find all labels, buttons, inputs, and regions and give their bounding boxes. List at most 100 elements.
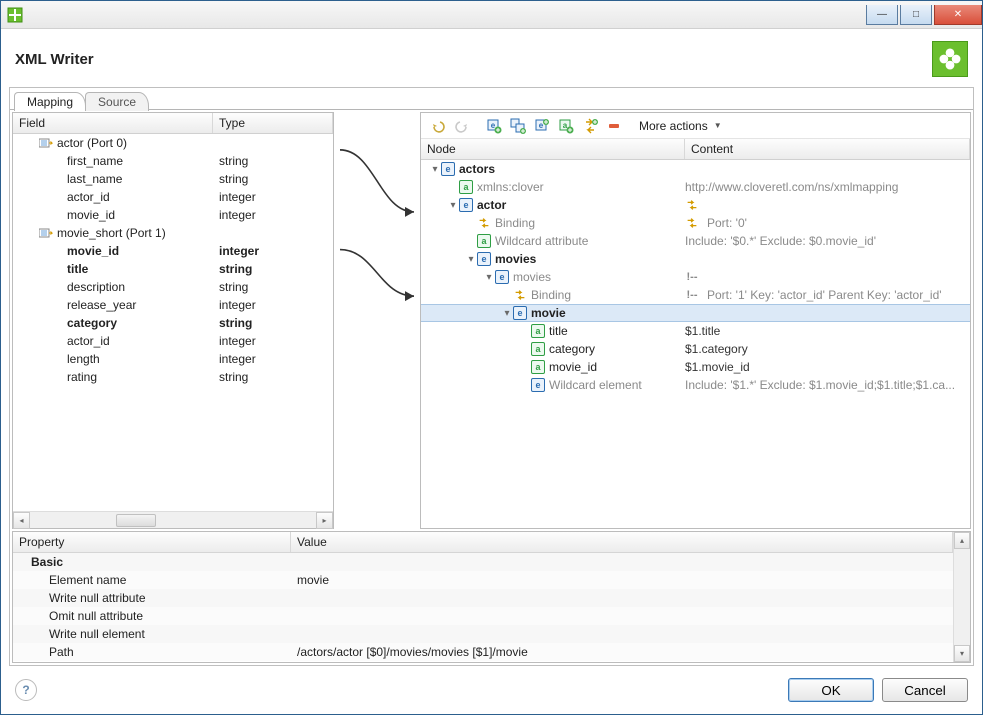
field-row[interactable]: actor_idinteger bbox=[13, 332, 333, 350]
node-row[interactable]: ▾eactor bbox=[421, 196, 970, 214]
field-row[interactable]: titlestring bbox=[13, 260, 333, 278]
tab-mapping[interactable]: Mapping bbox=[14, 92, 86, 111]
property-row[interactable]: Write null element bbox=[13, 625, 953, 643]
add-binding-button[interactable] bbox=[579, 115, 601, 137]
property-value[interactable]: /actors/actor [$0]/movies/movies [$1]/mo… bbox=[291, 645, 953, 659]
node-label: Wildcard element bbox=[549, 378, 642, 392]
scroll-right-button[interactable]: ▸ bbox=[316, 512, 333, 529]
property-value[interactable]: movie bbox=[291, 573, 953, 587]
node-row[interactable]: atitle$1.title bbox=[421, 322, 970, 340]
tree-twisty[interactable]: ▾ bbox=[483, 272, 495, 283]
more-actions-dropdown[interactable]: More actions ▼ bbox=[633, 117, 728, 135]
cancel-button[interactable]: Cancel bbox=[882, 678, 968, 702]
nodes-header-node[interactable]: Node bbox=[421, 139, 685, 159]
port-icon bbox=[39, 137, 53, 149]
remove-button[interactable] bbox=[603, 115, 625, 137]
field-row[interactable]: movie_idinteger bbox=[13, 206, 333, 224]
field-row[interactable]: ratingstring bbox=[13, 368, 333, 386]
node-row[interactable]: Binding!--Port: '1' Key: 'actor_id' Pare… bbox=[421, 286, 970, 304]
node-row[interactable]: amovie_id$1.movie_id bbox=[421, 358, 970, 376]
field-type: integer bbox=[219, 244, 259, 258]
titlebar[interactable]: — □ ✕ bbox=[1, 1, 982, 29]
node-row[interactable]: axmlns:cloverhttp://www.cloveretl.com/ns… bbox=[421, 178, 970, 196]
node-row[interactable]: ▾emovie bbox=[421, 304, 970, 322]
add-element-button[interactable]: e bbox=[483, 115, 505, 137]
field-row[interactable]: descriptionstring bbox=[13, 278, 333, 296]
tab-strip: Mapping Source bbox=[10, 88, 973, 110]
property-group[interactable]: Basic bbox=[13, 553, 953, 571]
field-row[interactable]: last_namestring bbox=[13, 170, 333, 188]
tab-source[interactable]: Source bbox=[85, 92, 149, 111]
ok-button[interactable]: OK bbox=[788, 678, 874, 702]
tree-twisty[interactable]: ▾ bbox=[447, 200, 459, 211]
property-name: Element name bbox=[13, 573, 291, 587]
fields-tree[interactable]: actor (Port 0)first_namestringlast_names… bbox=[13, 134, 333, 511]
undo-button[interactable] bbox=[427, 115, 449, 137]
nodes-tree[interactable]: ▾eactorsaxmlns:cloverhttp://www.cloveret… bbox=[421, 160, 970, 528]
node-row[interactable]: ▾emovies bbox=[421, 250, 970, 268]
field-type: string bbox=[219, 280, 248, 294]
node-label: title bbox=[549, 324, 568, 338]
properties-rows[interactable]: BasicElement namemovieWrite null attribu… bbox=[13, 553, 953, 662]
properties-header: Property Value bbox=[13, 532, 953, 553]
scroll-thumb[interactable] bbox=[116, 514, 156, 527]
binding-icon bbox=[477, 216, 491, 230]
add-child-element-button[interactable] bbox=[507, 115, 529, 137]
chevron-down-icon: ▼ bbox=[714, 121, 722, 130]
attribute-icon: a bbox=[531, 360, 545, 374]
port-row[interactable]: actor (Port 0) bbox=[13, 134, 333, 152]
property-row[interactable]: Omit null attribute bbox=[13, 607, 953, 625]
nodes-panel: e e a More actions ▼ Node Content bbox=[420, 112, 971, 529]
field-row[interactable]: first_namestring bbox=[13, 152, 333, 170]
scroll-up-button[interactable]: ▴ bbox=[954, 532, 970, 549]
field-row[interactable]: actor_idinteger bbox=[13, 188, 333, 206]
dialog-header: XML Writer bbox=[1, 29, 982, 87]
fields-header-field[interactable]: Field bbox=[13, 113, 213, 133]
node-label: movies bbox=[513, 270, 551, 284]
property-row[interactable]: Path/actors/actor [$0]/movies/movies [$1… bbox=[13, 643, 953, 661]
property-name: Path bbox=[13, 645, 291, 659]
node-label: Binding bbox=[531, 288, 571, 302]
field-type: string bbox=[219, 154, 248, 168]
h-scrollbar[interactable]: ◂ ▸ bbox=[13, 511, 333, 528]
property-row[interactable]: Element namemovie bbox=[13, 571, 953, 589]
field-type: string bbox=[219, 172, 248, 186]
field-type: integer bbox=[219, 334, 256, 348]
node-row[interactable]: aWildcard attributeInclude: '$0.*' Exclu… bbox=[421, 232, 970, 250]
field-row[interactable]: categorystring bbox=[13, 314, 333, 332]
property-row[interactable]: Write null attribute bbox=[13, 589, 953, 607]
property-name: Write null element bbox=[13, 627, 291, 641]
node-row[interactable]: eWildcard elementInclude: '$1.*' Exclude… bbox=[421, 376, 970, 394]
tree-twisty[interactable]: ▾ bbox=[501, 308, 513, 319]
node-row[interactable]: ▾emovies!-- bbox=[421, 268, 970, 286]
v-scrollbar[interactable]: ▴ ▾ bbox=[953, 532, 970, 662]
scroll-down-button[interactable]: ▾ bbox=[954, 645, 970, 662]
properties-header-property[interactable]: Property bbox=[13, 532, 291, 552]
node-row[interactable]: acategory$1.category bbox=[421, 340, 970, 358]
tree-twisty[interactable]: ▾ bbox=[465, 254, 477, 265]
more-actions-label: More actions bbox=[639, 119, 708, 133]
maximize-button[interactable]: □ bbox=[900, 5, 932, 25]
minimize-button[interactable]: — bbox=[866, 5, 898, 25]
add-attribute-button[interactable]: e bbox=[531, 115, 553, 137]
element-icon: e bbox=[495, 270, 509, 284]
close-button[interactable]: ✕ bbox=[934, 5, 982, 25]
dialog-window: — □ ✕ XML Writer Mapping Source Field Ty… bbox=[0, 0, 983, 715]
field-row[interactable]: release_yearinteger bbox=[13, 296, 333, 314]
fields-header-type[interactable]: Type bbox=[213, 113, 333, 133]
node-row[interactable]: ▾eactors bbox=[421, 160, 970, 178]
help-button[interactable]: ? bbox=[15, 679, 37, 701]
nodes-header-content[interactable]: Content bbox=[685, 139, 970, 159]
port-row[interactable]: movie_short (Port 1) bbox=[13, 224, 333, 242]
field-name: title bbox=[67, 262, 88, 276]
field-row[interactable]: lengthinteger bbox=[13, 350, 333, 368]
node-label: movie_id bbox=[549, 360, 597, 374]
binding-icon bbox=[513, 288, 527, 302]
scroll-left-button[interactable]: ◂ bbox=[13, 512, 30, 529]
tree-twisty[interactable]: ▾ bbox=[429, 164, 441, 175]
node-row[interactable]: BindingPort: '0' bbox=[421, 214, 970, 232]
field-row[interactable]: movie_idinteger bbox=[13, 242, 333, 260]
redo-button[interactable] bbox=[451, 115, 473, 137]
properties-header-value[interactable]: Value bbox=[291, 532, 953, 552]
add-text-button[interactable]: a bbox=[555, 115, 577, 137]
